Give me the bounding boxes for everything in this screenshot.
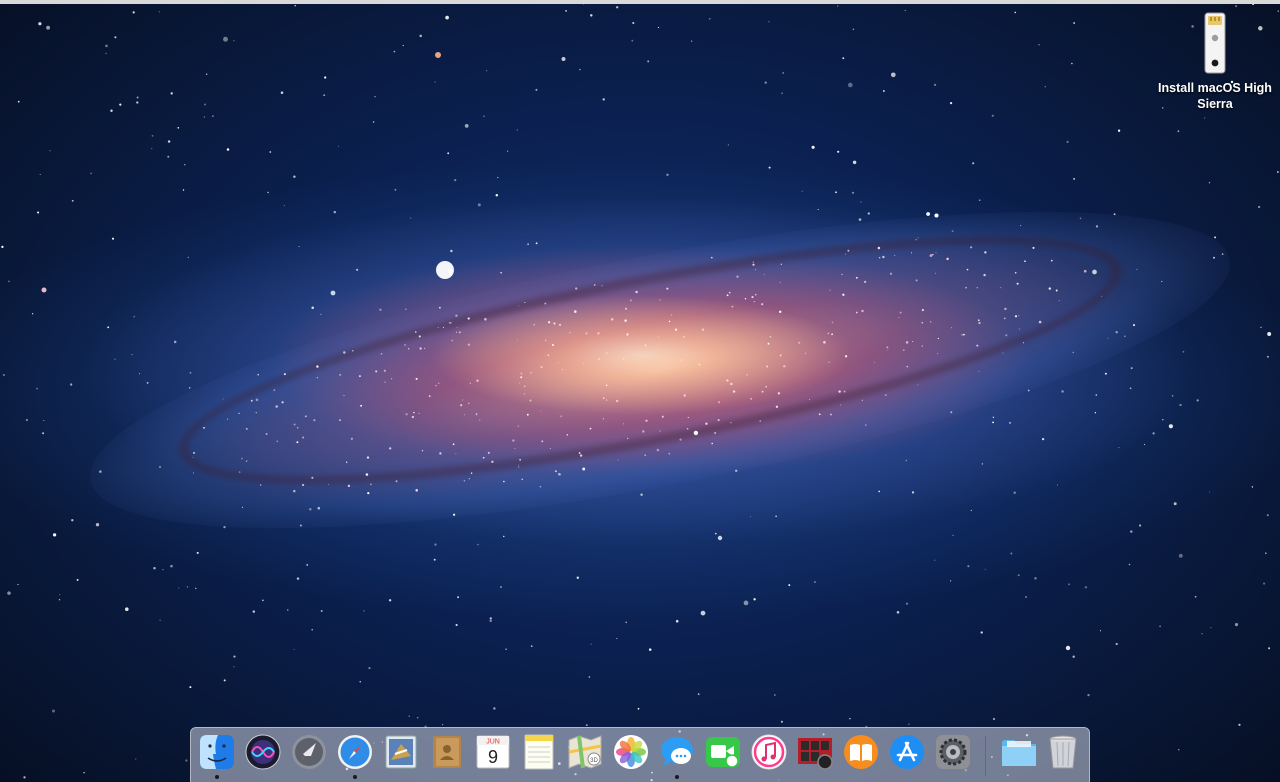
dock-system-preferences[interactable] [933, 732, 973, 776]
desktop: Install macOS High Sierra JUN 9 3D [0, 0, 1280, 782]
dock-messages[interactable] [657, 732, 697, 779]
dock-notes[interactable] [519, 732, 559, 776]
starfield [1, 0, 1279, 782]
usb-drive-icon [1204, 12, 1226, 74]
calendar-month: JUN [486, 739, 500, 746]
running-indicator [675, 775, 679, 779]
running-indicator [215, 775, 219, 779]
desktop-icon-label: Install macOS High Sierra [1158, 81, 1272, 111]
dock-itunes[interactable] [749, 732, 789, 776]
running-indicator [353, 775, 357, 779]
finder-icon [200, 735, 234, 769]
folder-icon [1002, 740, 1036, 766]
dock: JUN 9 3D [190, 727, 1090, 782]
dock-photo-booth[interactable] [795, 732, 835, 776]
dock-downloads-folder[interactable] [999, 732, 1039, 776]
dock-trash[interactable] [1043, 732, 1083, 776]
calendar-icon: JUN 9 [476, 735, 510, 769]
siri-icon [245, 734, 281, 770]
dock-app-store[interactable] [887, 732, 927, 776]
dock-facetime[interactable] [703, 732, 743, 776]
safari-icon [338, 735, 372, 769]
dock-launchpad[interactable] [289, 732, 329, 776]
dock-separator [985, 736, 986, 776]
dock-contacts[interactable] [427, 732, 467, 776]
calendar-day: 9 [488, 747, 498, 767]
system-preferences-icon [936, 735, 970, 769]
photo-booth-icon [798, 738, 833, 770]
svg-text:3D: 3D [590, 758, 598, 764]
trash-icon [1049, 735, 1077, 769]
app-store-icon [890, 735, 924, 769]
desktop-icon-install-macos[interactable]: Install macOS High Sierra [1150, 12, 1280, 112]
photos-icon [614, 735, 648, 769]
launchpad-icon [292, 735, 326, 769]
mail-icon [385, 735, 417, 769]
messages-icon [661, 737, 693, 766]
contacts-icon [433, 736, 461, 768]
dock-mail[interactable] [381, 732, 421, 776]
dock-finder[interactable] [197, 732, 237, 779]
ibooks-icon [844, 735, 878, 769]
menu-bar-edge [0, 0, 1280, 4]
dock-maps[interactable]: 3D [565, 732, 605, 776]
dock-photos[interactable] [611, 732, 651, 776]
notes-icon [524, 734, 554, 770]
dock-safari[interactable] [335, 732, 375, 779]
dock-ibooks[interactable] [841, 732, 881, 776]
dock-siri[interactable] [243, 732, 283, 776]
facetime-icon [706, 737, 740, 768]
maps-icon: 3D [568, 735, 602, 769]
dock-calendar[interactable]: JUN 9 [473, 732, 513, 776]
itunes-icon [751, 734, 787, 770]
